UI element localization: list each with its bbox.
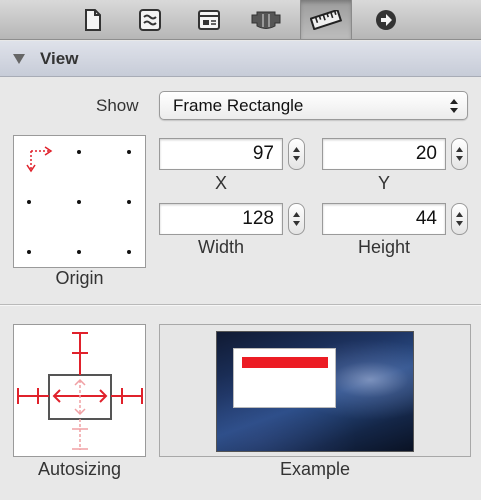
show-popup-button[interactable]: Frame Rectangle [159, 91, 468, 120]
x-label: X [214, 173, 227, 193]
example-view-bar [242, 357, 328, 368]
identity-inspector-tab[interactable] [183, 0, 235, 39]
origin-dot[interactable] [27, 250, 31, 254]
size-ruler-icon [310, 9, 342, 30]
origin-dot[interactable] [127, 200, 131, 204]
origin-dot[interactable] [127, 150, 131, 154]
show-popup-value: Frame Rectangle [173, 96, 304, 115]
file-inspector-tab[interactable] [67, 0, 119, 39]
size-inspector-tab[interactable] [300, 0, 352, 39]
autosizing-struts-springs-icon[interactable] [14, 325, 147, 458]
example-label: Example [279, 459, 351, 479]
origin-top-left-icon[interactable] [23, 145, 55, 175]
y-label: Y [377, 173, 390, 193]
example-window [233, 348, 336, 408]
example-desktop-image [216, 331, 414, 452]
connections-inspector-tab[interactable] [360, 0, 412, 39]
origin-label: Origin [55, 268, 104, 288]
height-field[interactable]: 44 [322, 203, 446, 235]
stepper-arrows-icon [456, 212, 463, 226]
x-field[interactable]: 97 [159, 138, 283, 170]
autosizing-control[interactable] [13, 324, 146, 457]
inspector-toolbar [0, 0, 481, 40]
section-divider [0, 304, 481, 306]
connections-arrow-icon [376, 9, 396, 30]
section-title: View [40, 48, 79, 68]
disclosure-triangle-icon[interactable] [12, 53, 26, 65]
attributes-inspector-tab[interactable] [240, 0, 292, 39]
attributes-icon [251, 11, 281, 29]
example-preview [159, 324, 471, 457]
quick-help-tab[interactable] [124, 0, 176, 39]
width-label: Width [197, 237, 244, 257]
y-field[interactable]: 20 [322, 138, 446, 170]
origin-dot[interactable] [77, 150, 81, 154]
x-stepper[interactable] [288, 138, 305, 170]
identity-icon [198, 9, 220, 30]
width-field[interactable]: 128 [159, 203, 283, 235]
origin-dot[interactable] [77, 200, 81, 204]
quick-help-icon [139, 8, 161, 31]
stepper-arrows-icon [293, 212, 300, 226]
height-label: Height [357, 237, 411, 257]
document-icon [85, 8, 101, 31]
y-stepper[interactable] [451, 138, 468, 170]
width-stepper[interactable] [288, 203, 305, 235]
up-down-arrows-icon [450, 99, 458, 113]
stepper-arrows-icon [293, 147, 300, 161]
view-section-header[interactable]: View [0, 41, 481, 77]
origin-dot[interactable] [27, 200, 31, 204]
origin-grid[interactable] [13, 135, 146, 268]
stepper-arrows-icon [456, 147, 463, 161]
show-label: Show [96, 96, 139, 115]
autosizing-label: Autosizing [37, 459, 122, 479]
origin-dot[interactable] [77, 250, 81, 254]
origin-dot[interactable] [127, 250, 131, 254]
height-stepper[interactable] [451, 203, 468, 235]
